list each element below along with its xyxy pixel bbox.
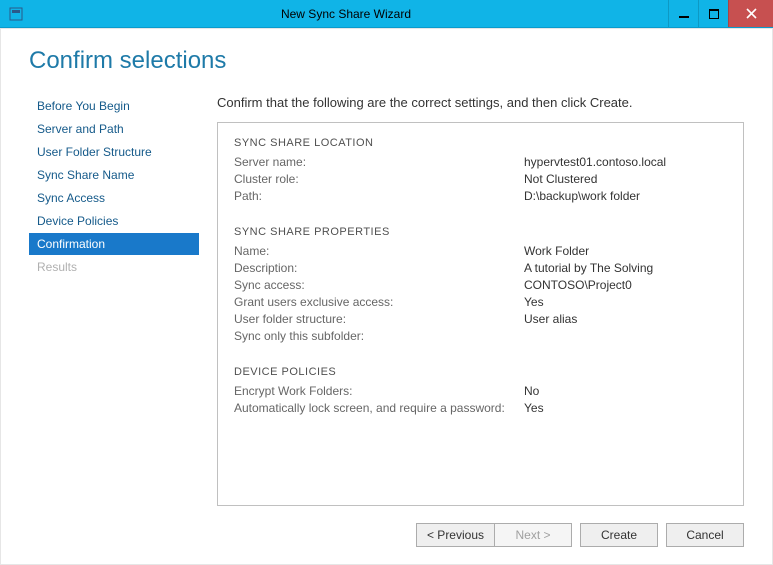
- value-description: A tutorial by The Solving: [524, 261, 653, 275]
- section-title-location: SYNC SHARE LOCATION: [234, 137, 727, 149]
- nav-item-results: Results: [29, 256, 199, 278]
- nav-item-server-and-path[interactable]: Server and Path: [29, 118, 199, 140]
- section-title-properties: SYNC SHARE PROPERTIES: [234, 226, 727, 238]
- value-server-name: hypervtest01.contoso.local: [524, 155, 666, 169]
- nav-item-sync-access[interactable]: Sync Access: [29, 187, 199, 209]
- value-encrypt: No: [524, 384, 539, 398]
- value-lock: Yes: [524, 401, 544, 415]
- create-button[interactable]: Create: [580, 523, 658, 547]
- label-sync-only-subfolder: Sync only this subfolder:: [234, 329, 524, 343]
- nav-item-device-policies[interactable]: Device Policies: [29, 210, 199, 232]
- wizard-nav: Before You Begin Server and Path User Fo…: [29, 95, 199, 506]
- close-button[interactable]: [728, 0, 773, 27]
- nav-item-confirmation[interactable]: Confirmation: [29, 233, 199, 255]
- label-path: Path:: [234, 189, 524, 203]
- title-bar: New Sync Share Wizard: [0, 0, 773, 28]
- section-title-policies: DEVICE POLICIES: [234, 366, 727, 378]
- window-title: New Sync Share Wizard: [24, 7, 668, 21]
- row-server-name: Server name: hypervtest01.contoso.local: [234, 155, 727, 169]
- instruction-text: Confirm that the following are the corre…: [217, 95, 744, 110]
- nav-item-before-you-begin[interactable]: Before You Begin: [29, 95, 199, 117]
- settings-summary-box: SYNC SHARE LOCATION Server name: hypervt…: [217, 122, 744, 506]
- row-grant-exclusive: Grant users exclusive access: Yes: [234, 295, 727, 309]
- row-description: Description: A tutorial by The Solving: [234, 261, 727, 275]
- value-path: D:\backup\work folder: [524, 189, 640, 203]
- row-sync-access: Sync access: CONTOSO\Project0: [234, 278, 727, 292]
- value-sync-access: CONTOSO\Project0: [524, 278, 632, 292]
- row-cluster-role: Cluster role: Not Clustered: [234, 172, 727, 186]
- wizard-footer: < Previous Next > Create Cancel: [1, 506, 772, 564]
- value-cluster-role: Not Clustered: [524, 172, 597, 186]
- value-folder-structure: User alias: [524, 312, 577, 326]
- page-title: Confirm selections: [29, 47, 744, 75]
- nav-item-sync-share-name[interactable]: Sync Share Name: [29, 164, 199, 186]
- next-button: Next >: [494, 523, 572, 547]
- label-encrypt: Encrypt Work Folders:: [234, 384, 524, 398]
- row-sync-only-subfolder: Sync only this subfolder:: [234, 329, 727, 343]
- label-folder-structure: User folder structure:: [234, 312, 524, 326]
- row-lock: Automatically lock screen, and require a…: [234, 401, 727, 415]
- previous-button[interactable]: < Previous: [416, 523, 494, 547]
- nav-item-user-folder-structure[interactable]: User Folder Structure: [29, 141, 199, 163]
- window-controls: [668, 0, 773, 27]
- minimize-button[interactable]: [668, 0, 698, 27]
- maximize-button[interactable]: [698, 0, 728, 27]
- label-name: Name:: [234, 244, 524, 258]
- cancel-button[interactable]: Cancel: [666, 523, 744, 547]
- row-folder-structure: User folder structure: User alias: [234, 312, 727, 326]
- row-encrypt: Encrypt Work Folders: No: [234, 384, 727, 398]
- wizard-body: Confirm selections Before You Begin Serv…: [0, 28, 773, 565]
- value-name: Work Folder: [524, 244, 589, 258]
- label-lock: Automatically lock screen, and require a…: [234, 401, 524, 415]
- row-name: Name: Work Folder: [234, 244, 727, 258]
- label-grant-exclusive: Grant users exclusive access:: [234, 295, 524, 309]
- app-icon: [8, 6, 24, 22]
- value-grant-exclusive: Yes: [524, 295, 544, 309]
- label-sync-access: Sync access:: [234, 278, 524, 292]
- label-description: Description:: [234, 261, 524, 275]
- label-server-name: Server name:: [234, 155, 524, 169]
- label-cluster-role: Cluster role:: [234, 172, 524, 186]
- row-path: Path: D:\backup\work folder: [234, 189, 727, 203]
